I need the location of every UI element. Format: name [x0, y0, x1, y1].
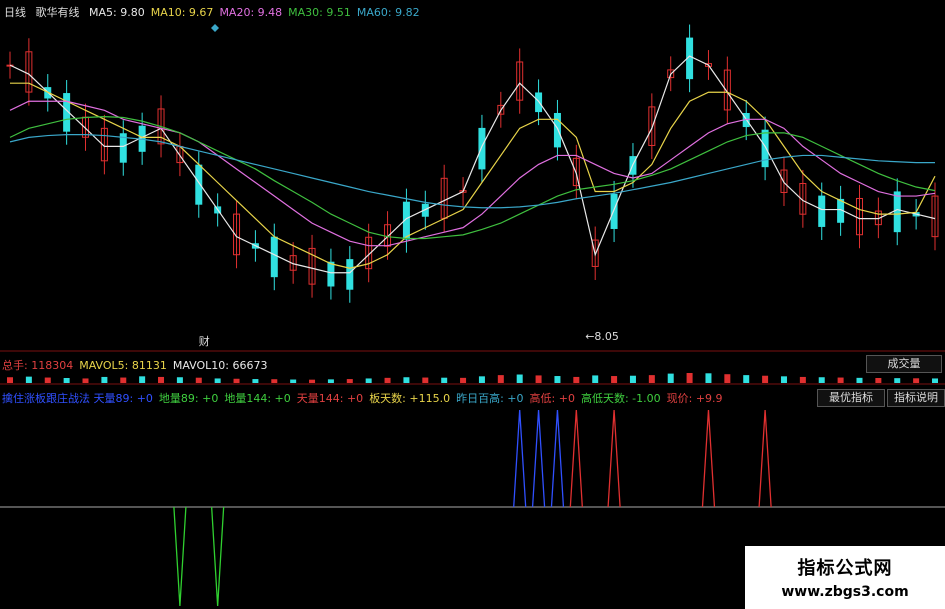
watermark: 指标公式网 www.zbgs3.com [745, 546, 945, 609]
volume-bar [516, 374, 523, 383]
indicator-spike [173, 506, 187, 607]
candle-body [610, 193, 618, 229]
volume-bar [856, 377, 863, 383]
stock-chart[interactable]: ←8.05 财 [0, 0, 945, 609]
volume-bar [7, 377, 13, 383]
volume-bar [214, 378, 221, 383]
volume-bar [63, 378, 70, 383]
volume-bar [422, 377, 429, 383]
volume-bar [365, 378, 372, 383]
volume-bar [875, 378, 882, 383]
volume-bar [611, 376, 618, 383]
volume-bar [648, 375, 655, 383]
volume-bar [25, 376, 32, 383]
volume-bar [667, 373, 674, 383]
volume-bar [82, 378, 89, 383]
volume-bar [195, 377, 202, 383]
indicator-spike [211, 506, 225, 607]
volume-bar [44, 377, 51, 383]
candle-body [478, 127, 486, 170]
volume-bar [780, 376, 787, 383]
volume-bar [290, 379, 297, 383]
volume-bar [252, 379, 259, 383]
volume-bar [384, 377, 391, 383]
signal-diamond-icon [211, 24, 219, 32]
volume-bar [441, 377, 448, 383]
indicator-spike [607, 409, 621, 508]
volume-bar [120, 377, 127, 383]
indicator-spike [758, 409, 772, 508]
volume-bar [535, 375, 542, 383]
watermark-url: www.zbgs3.com [781, 584, 909, 600]
volume-bar [894, 378, 901, 383]
candle-body [893, 191, 901, 233]
candle-body [327, 261, 335, 287]
volume-bar [799, 376, 806, 383]
volume-bar [762, 375, 769, 383]
watermark-title: 指标公式网 [797, 558, 893, 579]
volume-bar [478, 376, 485, 383]
volume-bar [101, 376, 108, 383]
ma-line [10, 82, 936, 269]
volume-bar [573, 376, 580, 383]
volume-bar [460, 377, 467, 383]
volume-bar [932, 378, 938, 383]
volume-bar [743, 375, 750, 383]
volume-bar [705, 373, 712, 383]
volume-bar [233, 378, 240, 383]
volume-bar [271, 379, 278, 383]
volume-bar [309, 379, 316, 383]
volume-bar [818, 377, 825, 383]
candle-body [761, 129, 769, 168]
volume-bar [686, 373, 693, 383]
volume-bar [403, 377, 410, 383]
volume-bar [554, 376, 561, 383]
candle-body [818, 195, 826, 227]
indicator-spike [701, 409, 716, 508]
volume-bar [592, 375, 599, 383]
volume-bar [139, 376, 146, 383]
volume-bar [629, 375, 636, 383]
volume-bar [913, 378, 920, 383]
indicator-spike [513, 409, 527, 508]
candle-body [346, 259, 354, 290]
indicator-spike [531, 409, 546, 508]
volume-bar [176, 377, 183, 383]
volume-bar [327, 379, 334, 383]
volume-bar [724, 374, 731, 383]
indicator-spike [569, 409, 583, 508]
candle-body [270, 236, 278, 278]
volume-bar [837, 377, 844, 383]
volume-bar [497, 375, 504, 383]
indicator-spike [550, 409, 565, 508]
finance-marker: 财 [199, 334, 210, 348]
low-price-label: ←8.05 [585, 330, 619, 343]
volume-bar [346, 379, 353, 383]
candle-body [553, 112, 561, 148]
volume-bar [158, 376, 165, 383]
